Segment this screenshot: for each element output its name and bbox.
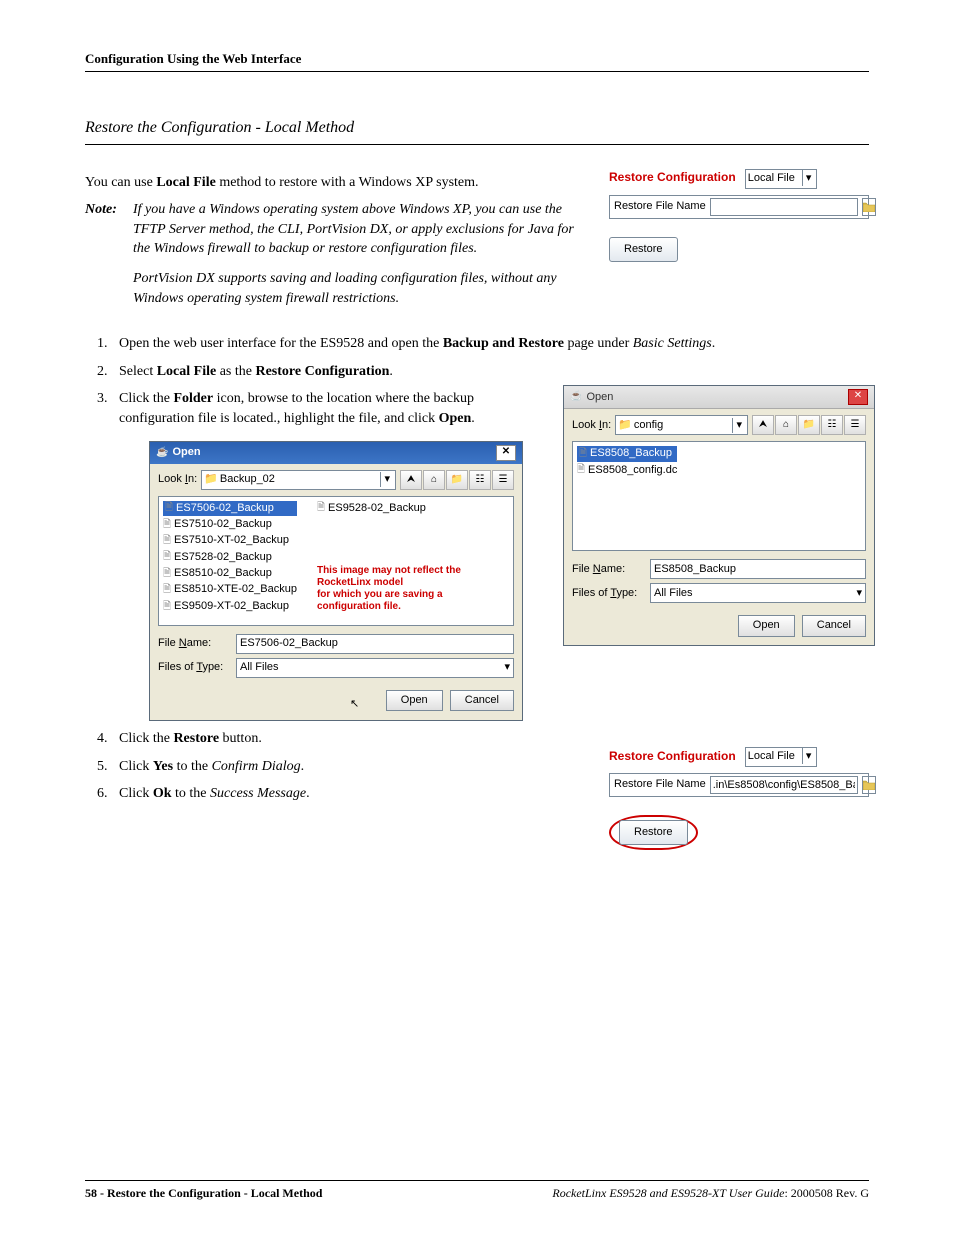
restore-config-method-value: Local File [748, 750, 795, 762]
filename-label: File Name: [158, 636, 230, 651]
list-view-icon[interactable]: ☷ [821, 415, 843, 435]
open-dialog-1: ☕ Open ✕ Look In: 📁Backup_02 ▾ ⮝ ⌂ 📁 ☷ ☰ [149, 441, 523, 722]
step-2: Select Local File as the Restore Configu… [111, 362, 869, 382]
dialog2-title: Open [586, 390, 613, 405]
up-folder-icon[interactable]: ⮝ [400, 470, 422, 490]
list-item[interactable]: 🗎ES7510-XT-02_Backup [163, 533, 297, 548]
open-button[interactable]: Open [738, 615, 795, 636]
lookin-combo[interactable]: 📁Backup_02 ▾ [201, 470, 396, 490]
page-header: Configuration Using the Web Interface [85, 50, 869, 72]
open-dialog-2: ☕ Open ✕ Look In: 📁config ▾ ⮝ ⌂ 📁 ☷ ☰ [563, 385, 875, 645]
list-item[interactable]: 🗎ES8508_config.dc [577, 463, 677, 478]
file-list[interactable]: 🗎ES7506-02_Backup 🗎ES7510-02_Backup 🗎ES7… [158, 496, 514, 626]
list-item[interactable]: 🗎ES8510-XTE-02_Backup [163, 582, 297, 597]
lookin-label: Look In: [572, 418, 611, 433]
lookin-combo[interactable]: 📁config ▾ [615, 415, 748, 435]
file-icon: 🗎 [317, 501, 325, 515]
restore-config-panel-empty: Restore Configuration Local File ▾ Resto… [609, 169, 869, 262]
footer-title: Restore the Configuration - Local Method [107, 1186, 322, 1200]
home-icon[interactable]: ⌂ [423, 470, 445, 490]
folder-icon: 📁 [204, 473, 218, 485]
restore-config-method-select[interactable]: Local File ▾ [745, 747, 818, 767]
file-icon: 🗎 [163, 567, 171, 581]
new-folder-icon[interactable]: 📁 [446, 470, 468, 490]
restore-file-label: Restore File Name [614, 199, 706, 214]
chevron-down-icon[interactable]: ▾ [380, 472, 393, 487]
filename-input[interactable]: ES7506-02_Backup [236, 634, 514, 654]
list-item[interactable]: 🗎ES9509-XT-02_Backup [163, 599, 297, 614]
details-view-icon[interactable]: ☰ [844, 415, 866, 435]
note-paragraph-2: PortVision DX supports saving and loadin… [133, 269, 589, 308]
lookin-label: Look In: [158, 472, 197, 487]
file-icon: 🗎 [163, 534, 171, 548]
up-folder-icon[interactable]: ⮝ [752, 415, 774, 435]
restore-button-highlighted[interactable]: Restore [609, 815, 698, 850]
restore-file-input[interactable] [710, 776, 858, 794]
file-icon: 🗎 [163, 583, 171, 597]
footer-doc-title: RocketLinx ES9528 and ES9528-XT User Gui… [552, 1186, 784, 1200]
close-icon[interactable]: ✕ [496, 445, 516, 461]
chevron-down-icon[interactable]: ▾ [504, 660, 510, 675]
list-view-icon[interactable]: ☷ [469, 470, 491, 490]
step-1: Open the web user interface for the ES95… [111, 334, 869, 354]
filetype-combo[interactable]: All Files▾ [650, 583, 866, 603]
file-icon: 🗎 [579, 447, 587, 461]
list-item[interactable]: 🗎ES7506-02_Backup [163, 501, 297, 516]
restore-config-method-value: Local File [748, 172, 795, 184]
restore-button[interactable]: Restore [609, 237, 678, 262]
folder-icon[interactable] [862, 776, 876, 794]
list-item[interactable]: 🗎ES7510-02_Backup [163, 517, 297, 532]
note-label: Note: [85, 200, 133, 318]
close-icon[interactable]: ✕ [848, 389, 868, 405]
step-3: ☕ Open ✕ Look In: 📁config ▾ ⮝ ⌂ 📁 ☷ ☰ [111, 389, 869, 721]
chevron-down-icon[interactable]: ▾ [802, 748, 815, 764]
list-item[interactable]: 🗎ES7528-02_Backup [163, 550, 297, 565]
file-icon: 🗎 [163, 600, 171, 614]
details-view-icon[interactable]: ☰ [492, 470, 514, 490]
chevron-down-icon[interactable]: ▾ [732, 418, 745, 433]
dialog-note: This image may not reflect the RocketLin… [317, 565, 477, 613]
list-item[interactable]: 🗎ES9528-02_Backup [317, 501, 477, 516]
cancel-button[interactable]: Cancel [802, 615, 866, 636]
chevron-down-icon[interactable]: ▾ [856, 586, 862, 601]
java-icon: ☕ [156, 446, 168, 460]
filetype-combo[interactable]: All Files▾ [236, 658, 514, 678]
note-paragraph-1: If you have a Windows operating system a… [133, 200, 589, 259]
file-list[interactable]: 🗎ES8508_Backup 🗎ES8508_config.dc [572, 441, 866, 551]
file-icon: 🗎 [165, 501, 173, 515]
step-5: Restore Configuration Local File ▾ Resto… [111, 757, 869, 777]
java-icon: ☕ [570, 390, 582, 404]
restore-file-label: Restore File Name [614, 777, 706, 792]
list-item[interactable]: 🗎ES8510-02_Backup [163, 566, 297, 581]
file-icon: 🗎 [577, 463, 585, 477]
note-block: Note: If you have a Windows operating sy… [85, 200, 589, 318]
section-title: Restore the Configuration - Local Method [85, 117, 869, 144]
filename-input[interactable]: ES8508_Backup [650, 559, 866, 579]
filetype-label: Files of Type: [158, 660, 230, 675]
new-folder-icon[interactable]: 📁 [798, 415, 820, 435]
restore-config-method-select[interactable]: Local File ▾ [745, 169, 818, 189]
chevron-down-icon[interactable]: ▾ [802, 170, 815, 186]
folder-icon[interactable] [862, 198, 876, 216]
restore-config-title: Restore Configuration [609, 169, 736, 186]
filename-label: File Name: [572, 562, 644, 577]
list-item[interactable]: 🗎ES8508_Backup [577, 446, 677, 461]
footer-rev: : 2000508 Rev. G [784, 1186, 869, 1200]
open-button[interactable]: Open [386, 690, 443, 711]
dialog1-title: Open [172, 445, 200, 460]
cancel-button[interactable]: Cancel [450, 690, 514, 711]
home-icon[interactable]: ⌂ [775, 415, 797, 435]
page-number: 58 [85, 1186, 97, 1200]
file-icon: 🗎 [163, 550, 171, 564]
restore-config-title: Restore Configuration [609, 748, 736, 765]
filetype-label: Files of Type: [572, 586, 644, 601]
steps-list: Open the web user interface for the ES95… [85, 334, 869, 804]
file-icon: 🗎 [163, 518, 171, 532]
restore-file-input[interactable] [710, 198, 858, 216]
restore-config-panel-filled: Restore Configuration Local File ▾ Resto… [609, 747, 869, 850]
page-footer: 58 - Restore the Configuration - Local M… [85, 1180, 869, 1202]
folder-icon: 📁 [618, 419, 632, 431]
